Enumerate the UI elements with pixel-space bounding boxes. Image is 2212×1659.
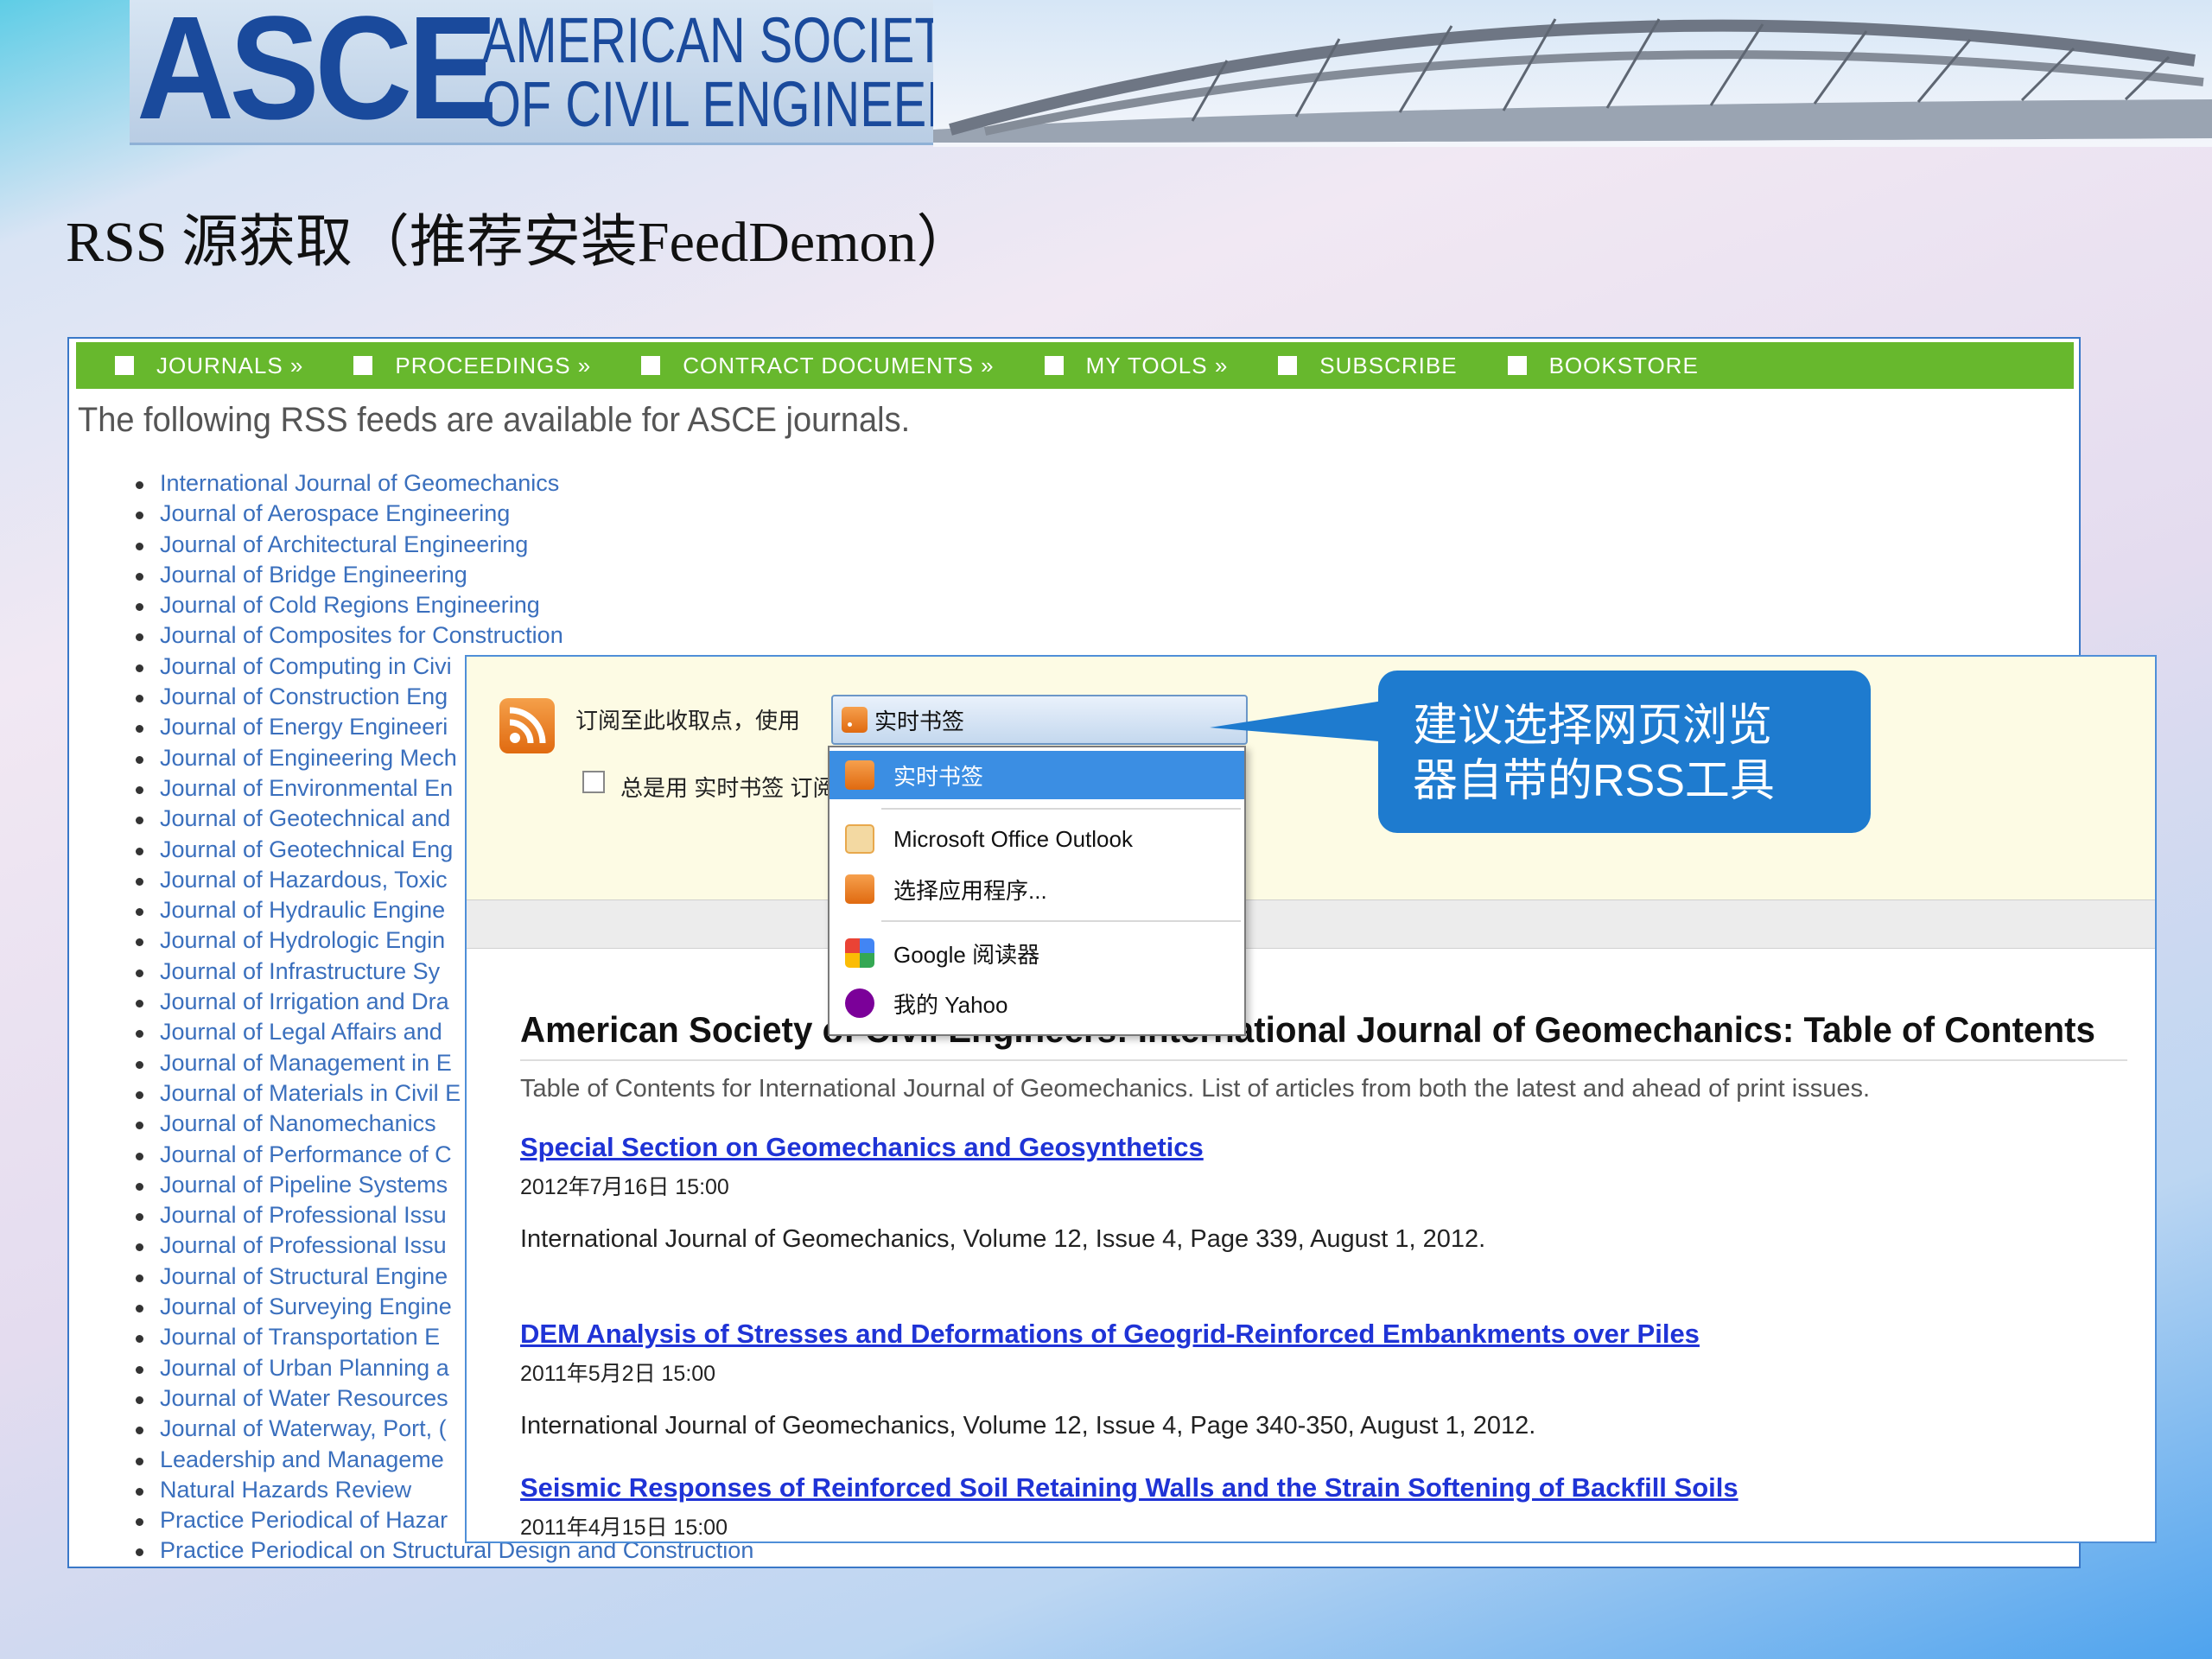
dropdown-item-outlook[interactable]: Microsoft Office Outlook	[830, 815, 1244, 863]
nav-label: MY TOOLS »	[1085, 352, 1229, 378]
rss-icon	[845, 760, 874, 790]
nav-proceedings[interactable]: PROCEEDINGS »	[353, 353, 591, 379]
dropdown-item-label: Google 阅读器	[893, 941, 1040, 968]
reader-select[interactable]: 实时书签	[831, 695, 1248, 745]
dropdown-item-choose-app[interactable]: 选择应用程序...	[830, 865, 1244, 913]
article-date: 2011年5月2日 15:00	[520, 1362, 716, 1386]
always-use-label: 总是用 实时书签 订阅	[620, 775, 836, 801]
dropdown-separator	[881, 920, 1241, 922]
rss-intro-text: The following RSS feeds are available fo…	[78, 401, 911, 439]
journal-link[interactable]: Journal of Cold Regions Engineering	[134, 590, 753, 620]
journal-link[interactable]: Journal of Bridge Engineering	[134, 560, 753, 590]
article-title-link[interactable]: Special Section on Geomechanics and Geos…	[520, 1132, 1204, 1163]
nav-label: BOOKSTORE	[1548, 352, 1699, 378]
header-banner: ASCE AMERICAN SOCIETY OF CIVIL ENGINEERS	[0, 0, 2212, 181]
asce-logo: ASCE AMERICAN SOCIETY OF CIVIL ENGINEERS	[130, 0, 995, 150]
nav-bar: JOURNALS » PROCEEDINGS » CONTRACT DOCUME…	[76, 342, 2074, 389]
nav-label: JOURNALS »	[156, 352, 304, 378]
article-title-link[interactable]: Seismic Responses of Reinforced Soil Ret…	[520, 1472, 1738, 1503]
logo-line-2: OF CIVIL ENGINEERS	[482, 68, 996, 140]
reader-select-value: 实时书签	[874, 708, 965, 734]
callout-line-2: 器自带的RSS工具	[1413, 756, 1775, 806]
feed-divider	[520, 1059, 2127, 1061]
logo-line-1: AMERICAN SOCIETY	[482, 4, 979, 76]
journal-link[interactable]: International Journal of Geomechanics	[134, 468, 753, 499]
journal-link[interactable]: Journal of Composites for Construction	[134, 620, 753, 651]
nav-journals[interactable]: JOURNALS »	[115, 353, 303, 379]
dropdown-item-yahoo[interactable]: 我的 Yahoo	[830, 979, 1244, 1027]
rss-icon	[842, 707, 868, 733]
dropdown-item-live-bookmarks[interactable]: 实时书签	[830, 751, 1244, 799]
nav-bullet-icon	[353, 356, 373, 375]
article-citation: International Journal of Geomechanics, V…	[520, 1412, 1536, 1440]
slide-title: RSS 源获取（推荐安装FeedDemon）	[66, 211, 974, 274]
nav-contract-documents[interactable]: CONTRACT DOCUMENTS »	[641, 353, 994, 379]
dropdown-item-label: 我的 Yahoo	[893, 991, 1008, 1018]
feed-preview-window: 订阅至此收取点，使用 实时书签 总是用 实时书签 订阅 American Soc…	[465, 655, 2157, 1543]
article-citation: International Journal of Geomechanics, V…	[520, 1225, 1486, 1253]
reader-dropdown: 实时书签 Microsoft Office Outlook 选择应用程序... …	[828, 746, 1246, 1036]
journal-link[interactable]: Journal of Architectural Engineering	[134, 530, 753, 560]
nav-bookstore[interactable]: BOOKSTORE	[1507, 352, 1699, 379]
nav-subscribe[interactable]: SUBSCRIBE	[1278, 353, 1457, 379]
nav-my-tools[interactable]: MY TOOLS »	[1044, 352, 1229, 379]
article-date: 2012年7月16日 15:00	[520, 1175, 729, 1199]
dropdown-item-label: Microsoft Office Outlook	[893, 825, 1133, 852]
dropdown-separator	[881, 808, 1241, 810]
yahoo-icon	[845, 988, 874, 1018]
callout-pointer	[1210, 698, 1400, 743]
panel-divider-bar	[467, 900, 2155, 949]
callout-bubble: 建议选择网页浏览 器自带的RSS工具	[1378, 671, 1871, 833]
feed-description: Table of Contents for International Jour…	[520, 1075, 1871, 1103]
callout-line-1: 建议选择网页浏览	[1413, 701, 1773, 751]
dropdown-item-label: 实时书签	[893, 763, 984, 790]
nav-bullet-icon	[115, 356, 134, 375]
rss-feed-icon	[499, 698, 555, 753]
nav-label: PROCEEDINGS »	[395, 352, 592, 378]
nav-bullet-icon	[641, 356, 661, 375]
article-title-link[interactable]: DEM Analysis of Stresses and Deformation…	[520, 1319, 1700, 1350]
nav-label: CONTRACT DOCUMENTS »	[683, 352, 995, 378]
subscribe-label: 订阅至此收取点，使用	[575, 708, 801, 734]
outlook-icon	[845, 824, 874, 854]
journal-link[interactable]: Journal of Aerospace Engineering	[134, 499, 753, 529]
nav-bullet-icon	[1044, 356, 1064, 375]
feed-title: American Society of Civil Engineers: Int…	[520, 1009, 2095, 1050]
google-icon	[845, 938, 874, 968]
rss-icon	[845, 874, 874, 904]
always-use-checkbox[interactable]	[582, 771, 605, 793]
nav-label: SUBSCRIBE	[1319, 352, 1458, 378]
logo-mark: ASCE	[137, 0, 498, 150]
nav-bullet-icon	[1507, 356, 1527, 375]
bridge-image	[933, 0, 2212, 147]
article-date: 2011年4月15日 15:00	[520, 1516, 728, 1540]
nav-bullet-icon	[1278, 356, 1298, 375]
dropdown-item-label: 选择应用程序...	[893, 877, 1047, 904]
dropdown-item-google-reader[interactable]: Google 阅读器	[830, 929, 1244, 977]
